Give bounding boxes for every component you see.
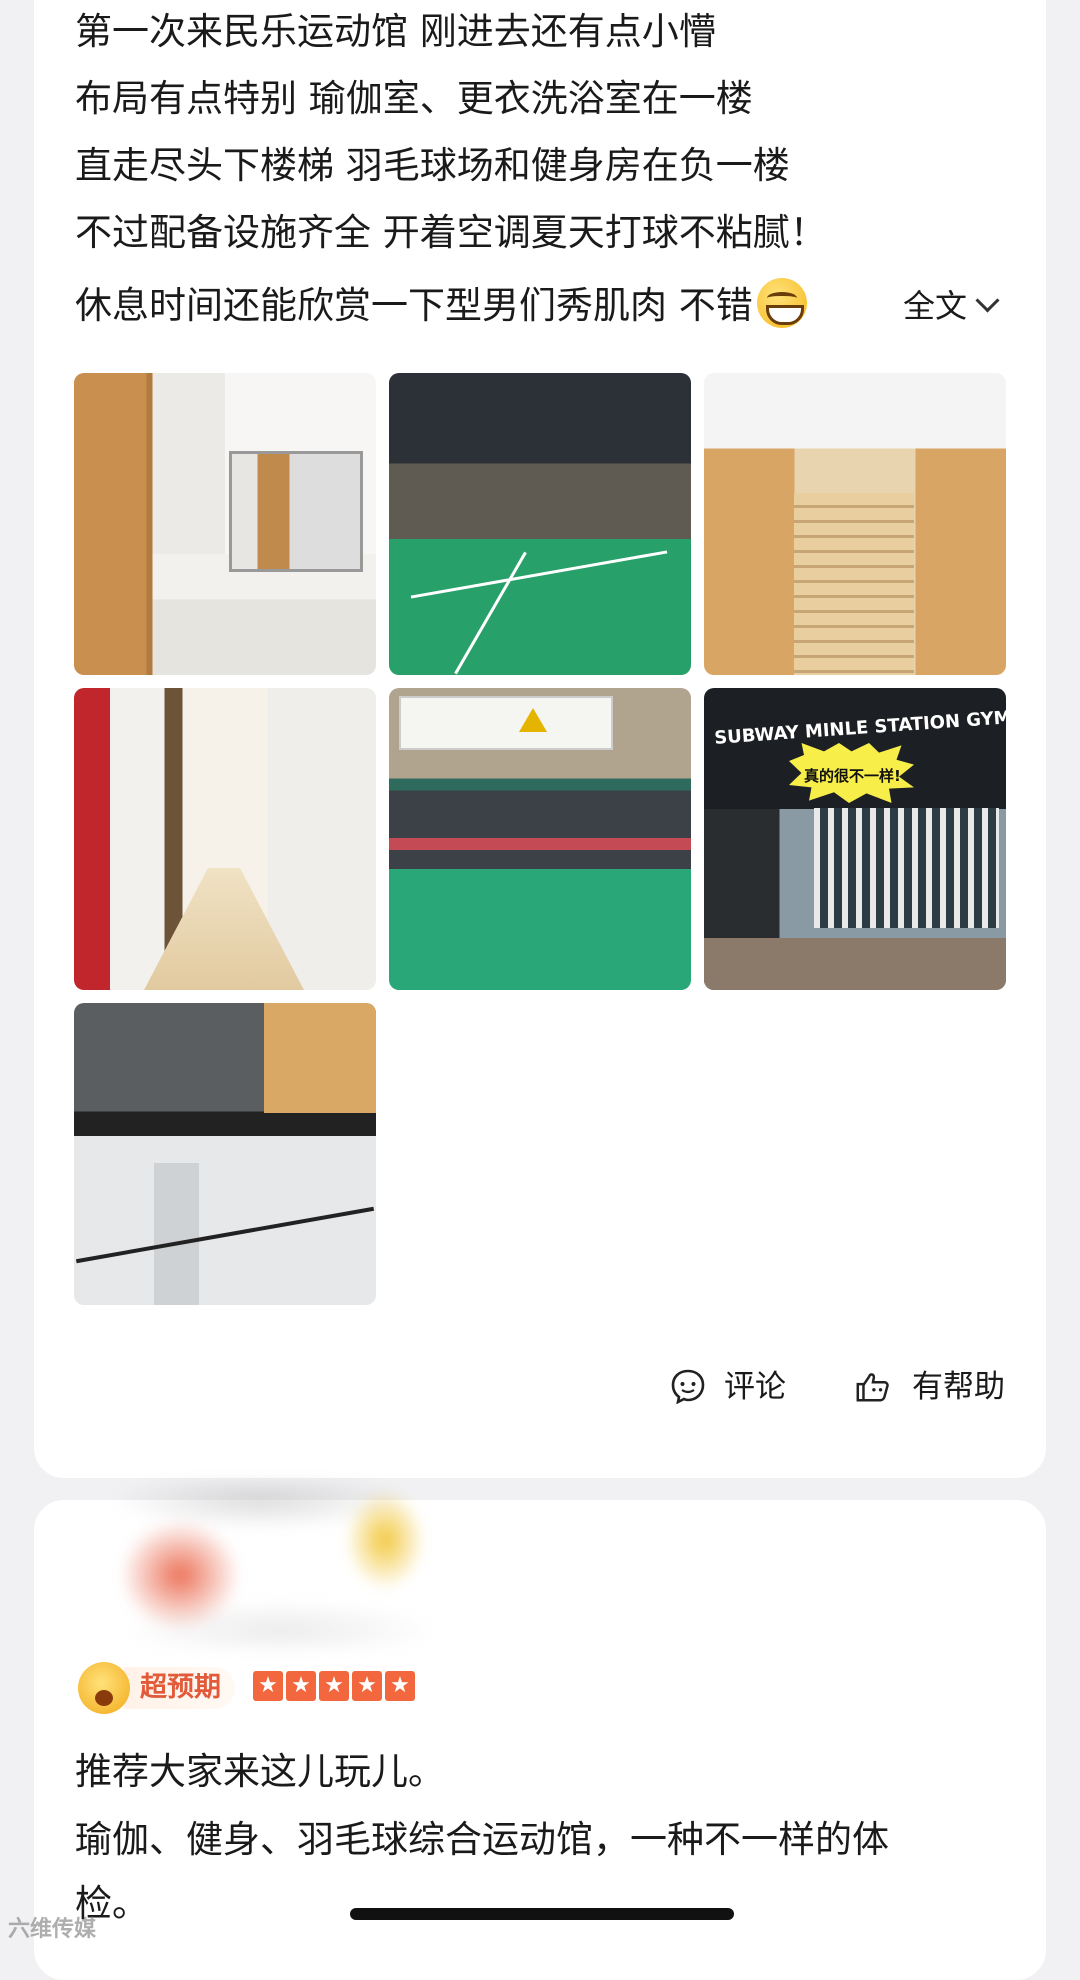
- astonished-face-icon: [78, 1662, 130, 1714]
- expand-label: 全文: [903, 287, 968, 325]
- locker-room-photo[interactable]: [74, 373, 376, 675]
- post-text-line: 布局有点特别 瑜伽室、更衣洗浴室在一楼: [75, 77, 753, 120]
- badminton-hall-photo[interactable]: [389, 688, 691, 990]
- star-icon: ★: [253, 1671, 283, 1701]
- fitness-area-photo[interactable]: [74, 1003, 376, 1305]
- wood-panel: [264, 1003, 376, 1113]
- star-icon: ★: [385, 1671, 415, 1701]
- sign-board: [399, 696, 613, 750]
- reviewer-avatar-blurred: [60, 1480, 460, 1650]
- post-text-line: 直走尽头下楼梯 羽毛球场和健身房在负一楼: [75, 144, 790, 187]
- chevron-down-icon: [975, 288, 1000, 313]
- star-icon: ★: [286, 1671, 316, 1701]
- helpful-button[interactable]: 有帮助: [912, 1367, 1005, 1407]
- court-line: [410, 550, 668, 599]
- helpful-icon[interactable]: [854, 1368, 890, 1404]
- entrance-bars: [814, 808, 999, 928]
- pillar: [154, 1163, 199, 1305]
- review-text-line: 瑜伽、健身、羽毛球综合运动馆，一种不一样的体: [75, 1818, 889, 1861]
- review-text-line: 推荐大家来这儿玩儿。: [75, 1750, 445, 1793]
- railing: [75, 1206, 375, 1264]
- staircase-photo[interactable]: [704, 373, 1006, 675]
- post-text-line: 第一次来民乐运动馆 刚进去还有点小懵: [75, 10, 716, 53]
- corridor-photo[interactable]: [74, 688, 376, 990]
- court-line: [454, 551, 527, 675]
- expand-full-text-button[interactable]: 全文: [903, 282, 1000, 330]
- net-banner: [389, 838, 691, 850]
- watermark: 六维传媒: [8, 1917, 97, 1942]
- floor-shape: [704, 938, 1006, 990]
- floor-shape: [144, 868, 304, 990]
- star-rating: ★ ★ ★ ★ ★: [253, 1671, 415, 1701]
- post-text: 休息时间还能欣赏一下型男们秀肌肉 不错: [75, 284, 753, 327]
- grinning-face-icon: [756, 278, 807, 328]
- mirror-shape: [229, 451, 363, 572]
- gym-signage: SUBWAY MINLE STATION GYMNASIUM: [713, 701, 1006, 749]
- post-text-line-last: 休息时间还能欣赏一下型男们秀肌肉 不错: [75, 278, 807, 330]
- home-indicator[interactable]: [350, 1908, 734, 1920]
- star-icon: ★: [352, 1671, 382, 1701]
- comment-icon[interactable]: [670, 1368, 706, 1404]
- gym-entrance-photo[interactable]: SUBWAY MINLE STATION GYMNASIUM 真的很不一样!: [704, 688, 1006, 990]
- warning-icon: [519, 708, 547, 732]
- sticker-text: 真的很不一样!: [804, 767, 901, 785]
- post-text-line: 不过配备设施齐全 开着空调夏天打球不粘腻！: [75, 211, 827, 254]
- rating-badge: 超预期: [124, 1667, 235, 1709]
- stairs-shape: [794, 493, 914, 675]
- comment-button[interactable]: 评论: [724, 1367, 786, 1407]
- badminton-court-photo[interactable]: [389, 373, 691, 675]
- star-icon: ★: [319, 1671, 349, 1701]
